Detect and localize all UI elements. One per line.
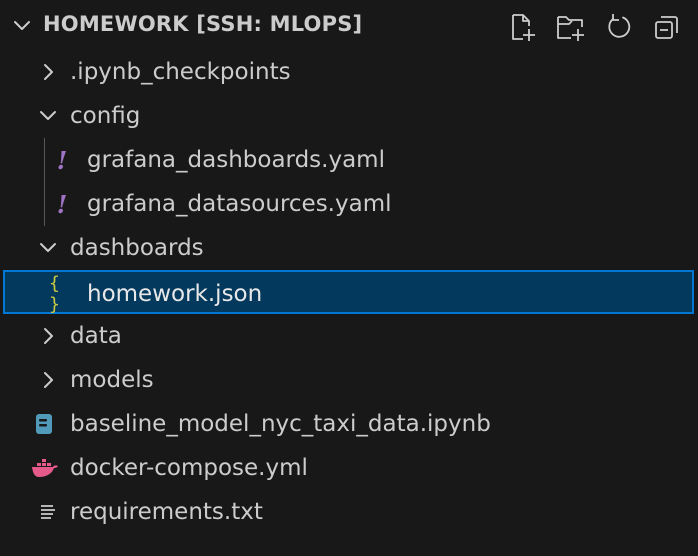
tree-item-label: dashboards — [70, 235, 204, 261]
tree-item-ipynb-checkpoints[interactable]: .ipynb_checkpoints — [0, 50, 698, 94]
text-file-icon — [36, 490, 60, 534]
tree-item-label: models — [70, 367, 154, 393]
chevron-down-icon[interactable] — [36, 226, 60, 270]
tree-item-grafana-datasources-yaml[interactable]: ! grafana_datasources.yaml — [0, 182, 698, 226]
tree-item-models[interactable]: models — [0, 358, 698, 402]
tree-item-homework-json[interactable]: { } homework.json — [3, 270, 694, 315]
tree-item-grafana-dashboards-yaml[interactable]: ! grafana_dashboards.yaml — [0, 138, 698, 182]
tree-item-label: grafana_datasources.yaml — [87, 191, 392, 217]
tree-item-docker-compose[interactable]: docker-compose.yml — [0, 446, 698, 490]
notebook-icon — [32, 402, 56, 446]
tree-item-label: homework.json — [87, 281, 263, 307]
explorer-toolbar — [506, 10, 684, 44]
tree-item-baseline-notebook[interactable]: baseline_model_nyc_taxi_data.ipynb — [0, 402, 698, 446]
new-file-icon[interactable] — [506, 10, 540, 44]
new-folder-icon[interactable] — [554, 10, 588, 44]
tree-item-label: data — [70, 323, 122, 349]
tree-item-data[interactable]: data — [0, 314, 698, 358]
file-tree: .ipynb_checkpoints config ! grafana_dash… — [0, 50, 698, 534]
tree-item-label: .ipynb_checkpoints — [70, 59, 291, 85]
tree-item-label: grafana_dashboards.yaml — [87, 147, 385, 173]
chevron-right-icon[interactable] — [36, 358, 60, 402]
tree-item-dashboards[interactable]: dashboards — [0, 226, 698, 270]
docker-icon — [30, 446, 60, 490]
chevron-down-icon[interactable] — [36, 94, 60, 138]
tree-item-label: docker-compose.yml — [70, 455, 308, 481]
yaml-icon: ! — [56, 145, 68, 175]
tree-item-label: requirements.txt — [70, 499, 263, 525]
tree-item-requirements[interactable]: requirements.txt — [0, 490, 698, 534]
tree-item-label: config — [70, 103, 141, 129]
yaml-icon: ! — [56, 189, 68, 219]
tree-item-label: baseline_model_nyc_taxi_data.ipynb — [70, 411, 491, 437]
explorer-title: HOMEWORK [SSH: MLOPS] — [43, 12, 363, 36]
refresh-icon[interactable] — [602, 10, 636, 44]
tree-item-config[interactable]: config — [0, 94, 698, 138]
chevron-right-icon[interactable] — [36, 50, 60, 94]
json-icon: { } — [49, 273, 62, 315]
chevron-right-icon[interactable] — [36, 314, 60, 358]
chevron-down-icon[interactable] — [12, 16, 32, 36]
collapse-all-icon[interactable] — [650, 10, 684, 44]
